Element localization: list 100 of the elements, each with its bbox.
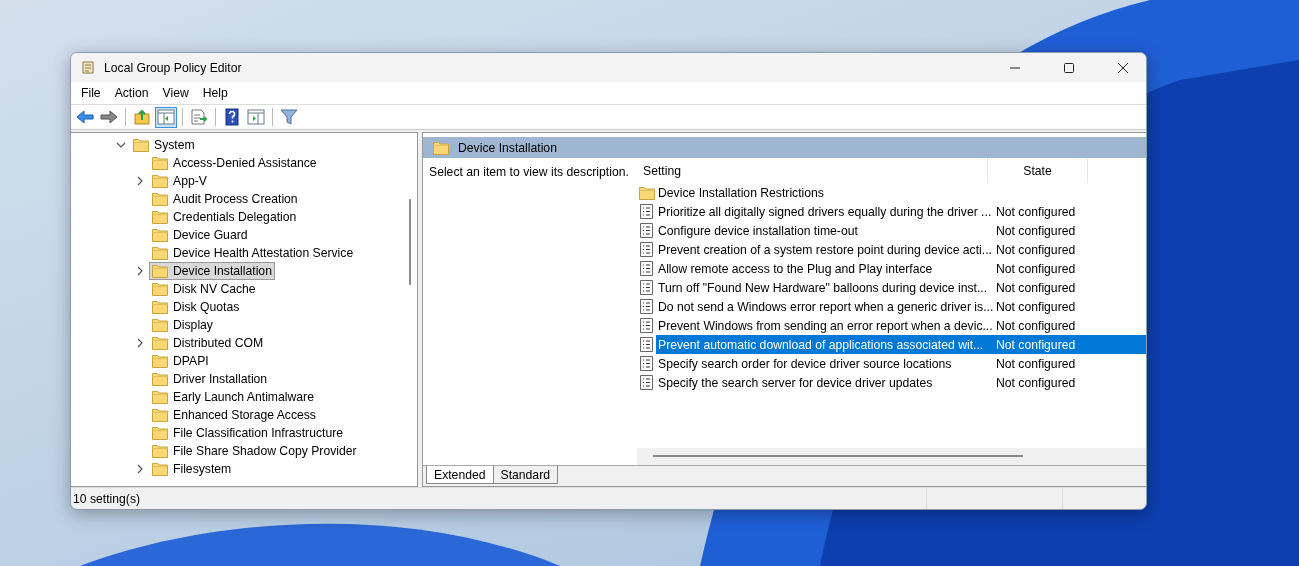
tree-item[interactable]: File Classification Infrastructure [149, 424, 346, 442]
policy-row[interactable]: Specify search order for device driver source locations Not configured [656, 354, 1146, 373]
tree-item[interactable]: Device Guard [149, 226, 251, 244]
folder-icon [152, 156, 168, 170]
tree-item[interactable]: DPAPI [149, 352, 212, 370]
folder-icon [152, 462, 168, 476]
window-title: Local Group Policy Editor [104, 60, 242, 75]
tree-item[interactable]: Audit Process Creation [149, 190, 301, 208]
tree-item[interactable]: Device Health Attestation Service [149, 244, 357, 262]
chevron-right-icon[interactable] [135, 464, 145, 474]
setting-state: Not configured [996, 280, 1077, 295]
tree-item[interactable]: Credentials Delegation [149, 208, 300, 226]
policy-icon [640, 280, 653, 295]
setting-name: Prevent Windows from sending an error report when a devic... [657, 318, 994, 333]
setting-state: Not configured [996, 318, 1077, 333]
tree-toggle-button[interactable] [155, 106, 177, 128]
folder-icon [133, 138, 149, 152]
folder-icon [152, 390, 168, 404]
maximize-icon [1064, 62, 1074, 73]
tree-item[interactable]: Display [149, 316, 216, 334]
tree-item[interactable]: Driver Installation [149, 370, 271, 388]
export-list-button[interactable] [188, 106, 210, 128]
folder-icon [152, 282, 168, 296]
policy-icon [640, 356, 653, 371]
setting-name: Configure device installation time-out [657, 223, 859, 238]
tree-item[interactable]: Disk NV Cache [149, 280, 259, 298]
folder-icon [152, 210, 168, 224]
scroll-icon [80, 59, 96, 76]
policy-row[interactable]: Prevent creation of a system restore point during device acti... Not configured [656, 240, 1146, 259]
policy-row[interactable]: Configure device installation time-out Not configured [656, 221, 1146, 240]
policy-icon [640, 242, 653, 257]
status-text: 10 setting(s) [71, 488, 927, 509]
chevron-down-icon[interactable] [116, 140, 126, 150]
tree-item[interactable]: Access-Denied Assistance [149, 154, 320, 172]
folder-icon [433, 140, 449, 155]
folder-icon [152, 264, 168, 278]
folder-icon [152, 354, 168, 368]
folder-icon [152, 246, 168, 260]
folder-icon [152, 300, 168, 314]
policy-row[interactable]: Device Installation Restrictions [656, 183, 1146, 202]
setting-name: Device Installation Restrictions [657, 185, 825, 200]
folder-icon [152, 444, 168, 458]
tree-item[interactable]: Filesystem [149, 460, 235, 478]
section-title: Device Installation [458, 140, 557, 155]
policy-row[interactable]: Allow remote access to the Plug and Play interface Not configured [656, 259, 1146, 278]
view-tab[interactable]: Extended [426, 466, 494, 484]
policy-row[interactable]: Specify the search server for device driver updates Not configured [656, 373, 1146, 392]
menu-item[interactable]: Help [195, 86, 235, 100]
folder-icon [152, 192, 168, 206]
policy-icon [640, 204, 653, 219]
menu-item[interactable]: Action [107, 86, 156, 100]
policy-row[interactable]: Turn off "Found New Hardware" balloons during device inst... Not configured [656, 278, 1146, 297]
folder-icon [152, 318, 168, 332]
folder-icon [638, 185, 655, 200]
setting-state: Not configured [996, 299, 1077, 314]
tree-item[interactable]: System [130, 136, 198, 154]
setting-name: Allow remote access to the Plug and Play interface [657, 261, 934, 276]
chevron-right-icon[interactable] [135, 176, 145, 186]
tree-item[interactable]: Distributed COM [149, 334, 267, 352]
folder-icon [152, 228, 168, 242]
view-tab[interactable]: Standard [492, 466, 558, 484]
column-header[interactable]: State [988, 158, 1088, 183]
setting-name: Specify search order for device driver source locations [657, 356, 953, 371]
folder-icon [152, 372, 168, 386]
tree-item[interactable]: File Share Shadow Copy Provider [149, 442, 360, 460]
policy-icon [640, 375, 653, 390]
tree-item[interactable]: Device Installation [149, 262, 275, 280]
folder-icon [152, 408, 168, 422]
tree-item[interactable]: Enhanced Storage Access [149, 406, 319, 424]
scrollbar-thumb[interactable] [653, 455, 1023, 457]
setting-state: Not configured [996, 261, 1077, 276]
policy-icon [640, 223, 653, 238]
column-header[interactable]: Setting [631, 158, 988, 183]
filter-button[interactable] [278, 106, 300, 128]
folder-icon [152, 426, 168, 440]
description-text: Select an item to view its description. [429, 165, 629, 179]
policy-row[interactable]: Do not send a Windows error report when a generic driver is... Not configured [656, 297, 1146, 316]
setting-name: Prevent automatic download of applications associated wit... [657, 337, 985, 352]
policy-icon [640, 337, 653, 352]
policy-row[interactable]: Prevent Windows from sending an error report when a devic... Not configured [656, 316, 1146, 335]
tree-item[interactable]: App-V [149, 172, 210, 190]
policy-icon [640, 261, 653, 276]
setting-state: Not configured [996, 375, 1077, 390]
close-icon [1118, 62, 1128, 73]
chevron-right-icon[interactable] [135, 338, 145, 348]
policy-row[interactable]: Prioritize all digitally signed drivers equally during the driver ... Not configured [656, 202, 1146, 221]
setting-name: Do not send a Windows error report when a generic driver is... [657, 299, 995, 314]
folder-icon [152, 336, 168, 350]
setting-state: Not configured [996, 356, 1077, 371]
chevron-right-icon[interactable] [135, 266, 145, 276]
tree-item[interactable]: Early Launch Antimalware [149, 388, 317, 406]
scrollbar-thumb[interactable] [409, 199, 411, 285]
policy-icon [640, 299, 653, 314]
policy-row[interactable]: Prevent automatic download of applications associated wit... Not configured [656, 335, 1146, 354]
setting-name: Prioritize all digitally signed drivers equally during the driver ... [657, 204, 993, 219]
tree-item[interactable]: Disk Quotas [149, 298, 243, 316]
menu-item[interactable]: View [155, 86, 196, 100]
policy-icon [640, 318, 653, 333]
menu-item[interactable]: File [74, 86, 108, 100]
setting-state: Not configured [996, 204, 1077, 219]
